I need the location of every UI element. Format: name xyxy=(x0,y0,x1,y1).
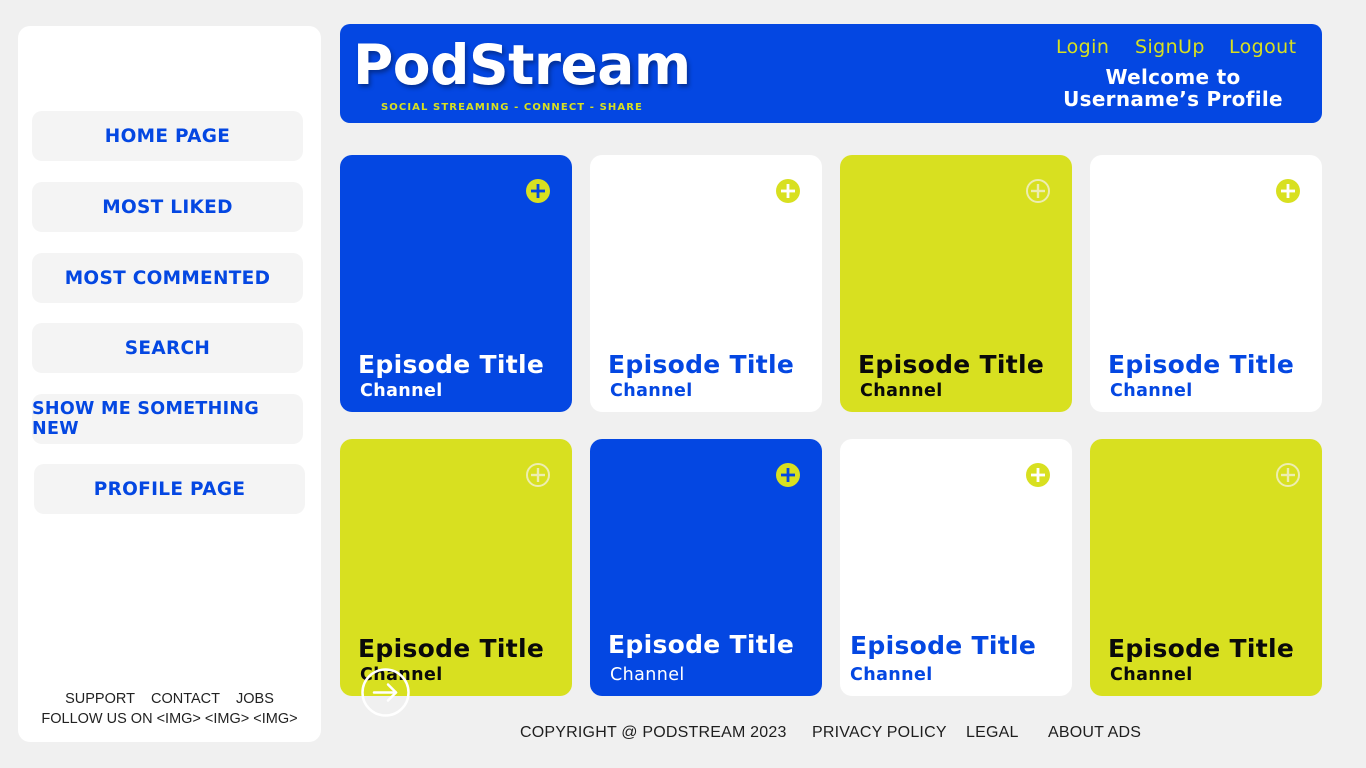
episode-card[interactable]: Episode Title Channel xyxy=(840,439,1072,696)
follow-us-text: FOLLOW US ON <IMG> <IMG> <IMG> xyxy=(41,711,298,727)
welcome-line-2: Username’s Profile xyxy=(1063,87,1283,111)
about-ads-link[interactable]: ABOUT ADS xyxy=(1048,724,1141,742)
episode-card[interactable]: Episode Title Channel xyxy=(340,155,572,412)
nav-most-liked-button[interactable]: MOST LIKED xyxy=(32,182,303,232)
plus-circle-icon[interactable] xyxy=(1276,463,1300,487)
episode-title: Episode Title xyxy=(858,350,1045,379)
episode-card[interactable]: Episode Title Channel xyxy=(840,155,1072,412)
episode-title: Episode Title xyxy=(850,631,1037,660)
nav-show-me-something-new-button[interactable]: SHOW ME SOMETHING NEW xyxy=(32,394,303,444)
episode-channel: Channel xyxy=(1110,381,1193,401)
episode-card[interactable]: Episode Title Channel xyxy=(590,155,822,412)
episode-title: Episode Title xyxy=(608,350,795,379)
episode-card[interactable]: Episode Title Channel xyxy=(590,439,822,696)
nav-search-button[interactable]: SEARCH xyxy=(32,323,303,373)
plus-circle-icon[interactable] xyxy=(776,463,800,487)
episode-card[interactable]: Episode Title Channel xyxy=(1090,155,1322,412)
brand-logo[interactable]: PodStream xyxy=(353,32,691,98)
plus-circle-icon[interactable] xyxy=(1276,179,1300,203)
login-link[interactable]: Login xyxy=(1056,36,1109,58)
plus-circle-icon[interactable] xyxy=(776,179,800,203)
jobs-link[interactable]: JOBS xyxy=(236,691,274,707)
brand-tagline: SOCIAL STREAMING - CONNECT - SHARE xyxy=(381,102,643,113)
episode-title: Episode Title xyxy=(358,634,545,663)
plus-circle-icon[interactable] xyxy=(526,179,550,203)
episode-channel: Channel xyxy=(610,381,693,401)
nav-home-page-button[interactable]: HOME PAGE xyxy=(32,111,303,161)
episode-card[interactable]: Episode Title Channel xyxy=(1090,439,1322,696)
sidebar: HOME PAGE MOST LIKED MOST COMMENTED SEAR… xyxy=(18,26,321,742)
episode-channel: Channel xyxy=(360,381,443,401)
arrow-right-circle-icon[interactable] xyxy=(361,668,410,717)
episode-channel: Channel xyxy=(860,381,943,401)
nav-profile-page-button[interactable]: PROFILE PAGE xyxy=(34,464,305,514)
episode-title: Episode Title xyxy=(608,630,795,659)
plus-circle-icon[interactable] xyxy=(526,463,550,487)
episode-channel: Channel xyxy=(850,665,933,685)
signup-link[interactable]: SignUp xyxy=(1135,36,1205,58)
plus-circle-icon[interactable] xyxy=(1026,179,1050,203)
episode-card[interactable]: Episode Title Channel xyxy=(340,439,572,696)
copyright-text: COPYRIGHT @ PODSTREAM 2023 xyxy=(520,724,787,741)
episode-title: Episode Title xyxy=(358,350,545,379)
welcome-message: Welcome to Username’s Profile xyxy=(1046,66,1300,110)
legal-link[interactable]: LEGAL xyxy=(966,724,1019,742)
header-banner: PodStream SOCIAL STREAMING - CONNECT - S… xyxy=(340,24,1322,123)
episode-channel: Channel xyxy=(610,665,685,685)
logout-link[interactable]: Logout xyxy=(1229,36,1296,58)
plus-circle-icon[interactable] xyxy=(1026,463,1050,487)
episode-channel: Channel xyxy=(1110,665,1193,685)
episode-title: Episode Title xyxy=(1108,634,1295,663)
sidebar-footer-links: SUPPORT CONTACT JOBS xyxy=(18,691,321,707)
support-link[interactable]: SUPPORT xyxy=(65,691,135,707)
contact-link[interactable]: CONTACT xyxy=(151,691,220,707)
welcome-line-1: Welcome to xyxy=(1105,65,1241,89)
privacy-policy-link[interactable]: PRIVACY POLICY xyxy=(812,724,947,742)
episode-title: Episode Title xyxy=(1108,350,1295,379)
nav-most-commented-button[interactable]: MOST COMMENTED xyxy=(32,253,303,303)
